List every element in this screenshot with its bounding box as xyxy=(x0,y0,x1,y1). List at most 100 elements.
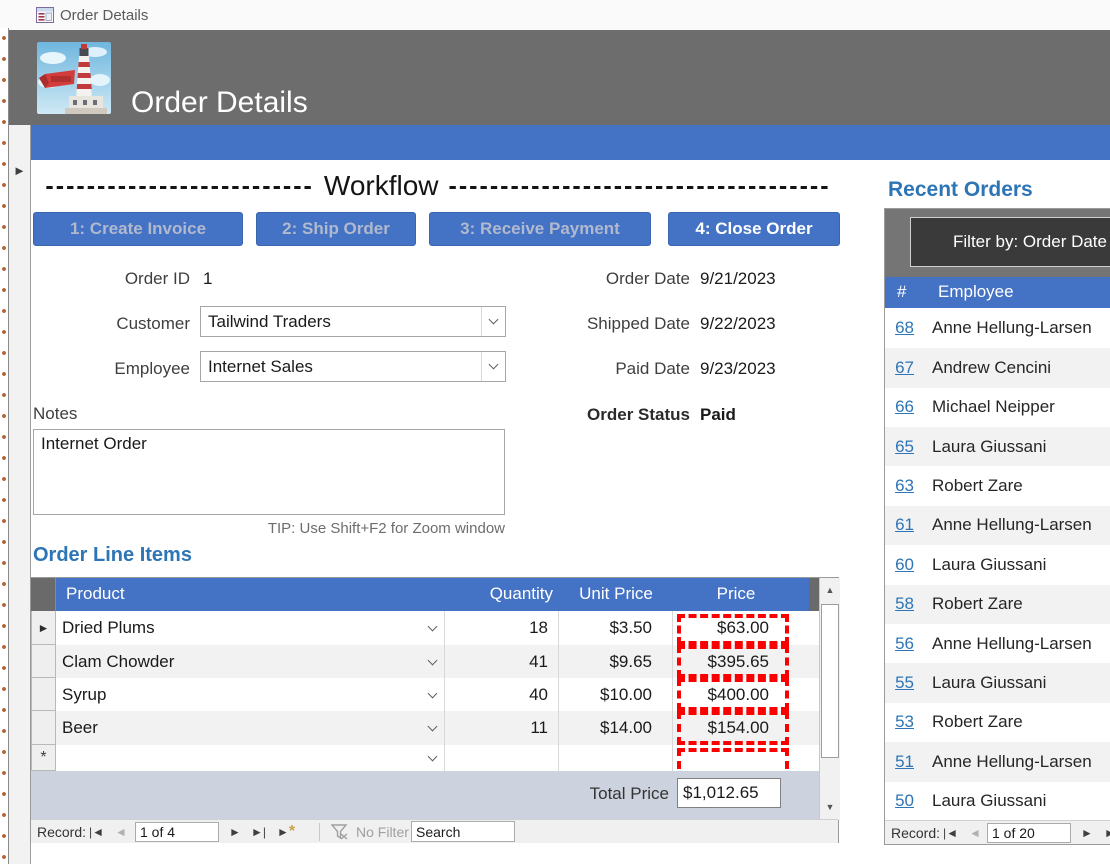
table-row: ► Dried Plums 18 $3.50 $63.00 xyxy=(31,611,819,645)
first-record-button[interactable]: |◄ xyxy=(943,821,958,845)
price-cell[interactable]: $63.00 xyxy=(673,611,819,645)
new-record-selector[interactable]: * xyxy=(31,745,56,771)
chevron-down-icon[interactable] xyxy=(428,752,438,762)
scroll-up-icon: ▲ xyxy=(826,585,835,595)
scroll-down-button[interactable]: ▼ xyxy=(820,795,840,819)
row-selector[interactable] xyxy=(31,678,56,711)
list-item: 66Michael Neipper xyxy=(885,388,1110,427)
order-link[interactable]: 63 xyxy=(885,476,914,496)
chevron-down-icon[interactable] xyxy=(428,688,438,698)
unit-price-cell[interactable]: $3.50 xyxy=(559,611,673,645)
price-cell[interactable]: $154.00 xyxy=(673,711,819,745)
document-tab-bar: Order Details xyxy=(0,0,1110,30)
order-link[interactable]: 51 xyxy=(885,752,914,772)
tab-order-details[interactable]: Order Details xyxy=(60,7,148,24)
unit-price-cell[interactable]: $10.00 xyxy=(559,678,673,711)
product-cell[interactable]: Syrup xyxy=(56,678,445,711)
row-selector[interactable] xyxy=(31,711,56,745)
quantity-cell-empty[interactable] xyxy=(445,745,559,771)
chevron-down-icon[interactable] xyxy=(428,655,438,665)
order-link[interactable]: 55 xyxy=(885,673,914,693)
col-number: # xyxy=(897,282,906,302)
employee-combo[interactable]: Internet Sales xyxy=(200,351,506,382)
panel-top-strip: Filter by: Order Date xyxy=(885,209,1110,277)
order-id-value: 1 xyxy=(203,269,212,289)
recent-orders-panel: Filter by: Order Date # Employee 68Anne … xyxy=(884,208,1110,845)
workflow-dashes-left: -------------------------- xyxy=(45,172,313,201)
quantity-cell[interactable]: 18 xyxy=(445,611,559,645)
form-header: Order Details xyxy=(9,30,1110,125)
form-record-selector[interactable] xyxy=(9,125,31,864)
order-link[interactable]: 58 xyxy=(885,594,914,614)
quantity-cell[interactable]: 11 xyxy=(445,711,559,745)
subform-scrollbar[interactable]: ▲ ▼ xyxy=(819,578,840,820)
order-link[interactable]: 56 xyxy=(885,634,914,654)
customer-label: Customer xyxy=(33,314,190,334)
last-record-button[interactable]: ►| xyxy=(251,820,266,844)
list-item: 67Andrew Cencini xyxy=(885,348,1110,387)
previous-record-button[interactable]: ◄ xyxy=(115,820,127,844)
search-input[interactable] xyxy=(411,821,515,842)
quantity-cell[interactable]: 40 xyxy=(445,678,559,711)
quantity-cell[interactable]: 41 xyxy=(445,645,559,678)
notes-field[interactable]: Internet Order xyxy=(33,429,505,515)
next-record-button[interactable]: ► xyxy=(1081,821,1093,845)
shipped-date-label: Shipped Date xyxy=(480,314,690,334)
price-cell[interactable]: $395.65 xyxy=(673,645,819,678)
order-link[interactable]: 68 xyxy=(885,318,914,338)
col-product: Product xyxy=(66,584,125,604)
list-item: 61Anne Hellung-Larsen xyxy=(885,506,1110,545)
create-invoice-button[interactable]: 1: Create Invoice xyxy=(33,212,243,246)
product-cell[interactable]: Beer xyxy=(56,711,445,745)
paid-date-label: Paid Date xyxy=(480,359,690,379)
order-link[interactable]: 50 xyxy=(885,791,914,811)
total-price-label: Total Price xyxy=(31,784,669,804)
ship-order-button[interactable]: 2: Ship Order xyxy=(256,212,416,246)
subform-header-sliver xyxy=(809,578,819,611)
col-employee: Employee xyxy=(938,282,1014,302)
order-line-items-subform: Product Quantity Unit Price Price ► Drie… xyxy=(30,577,839,843)
new-record-row: * xyxy=(31,745,819,771)
customer-combo[interactable]: Tailwind Traders xyxy=(200,306,506,337)
order-link[interactable]: 60 xyxy=(885,555,914,575)
employee-value[interactable]: Internet Sales xyxy=(201,357,481,377)
product-cell-empty[interactable] xyxy=(56,745,445,771)
order-link[interactable]: 67 xyxy=(885,358,914,378)
order-link[interactable]: 66 xyxy=(885,397,914,417)
close-order-button[interactable]: 4: Close Order xyxy=(668,212,840,246)
new-record-button[interactable]: ►* xyxy=(277,820,295,844)
table-row: Beer 11 $14.00 $154.00 xyxy=(31,711,819,745)
last-record-button[interactable]: ►| xyxy=(1104,821,1110,845)
chevron-down-icon[interactable] xyxy=(428,722,438,732)
scroll-up-button[interactable]: ▲ xyxy=(820,578,840,602)
order-date-label: Order Date xyxy=(480,269,690,289)
tip-text: TIP: Use Shift+F2 for Zoom window xyxy=(200,520,505,537)
row-selector[interactable]: ► xyxy=(31,611,56,645)
unit-price-cell[interactable]: $9.65 xyxy=(559,645,673,678)
order-link[interactable]: 61 xyxy=(885,515,914,535)
record-position[interactable]: 1 of 4 xyxy=(135,822,219,842)
unit-price-cell[interactable]: $14.00 xyxy=(559,711,673,745)
scrollbar-thumb[interactable] xyxy=(821,604,839,758)
filter-by-box[interactable]: Filter by: Order Date xyxy=(910,217,1110,267)
receive-payment-button[interactable]: 3: Receive Payment xyxy=(429,212,651,246)
chevron-down-icon[interactable] xyxy=(428,622,438,632)
order-link[interactable]: 65 xyxy=(885,437,914,457)
new-record-star-icon: * xyxy=(40,749,46,767)
customer-value[interactable]: Tailwind Traders xyxy=(201,312,481,332)
previous-record-button[interactable]: ◄ xyxy=(969,821,981,845)
subform-header-corner xyxy=(31,578,56,611)
price-cell-empty[interactable] xyxy=(673,745,819,771)
first-record-button[interactable]: |◄ xyxy=(89,820,104,844)
product-cell[interactable]: Clam Chowder xyxy=(56,645,445,678)
next-record-button[interactable]: ► xyxy=(229,820,241,844)
unit-price-cell-empty[interactable] xyxy=(559,745,673,771)
no-filter-label[interactable]: No Filter xyxy=(356,820,409,844)
price-cell[interactable]: $400.00 xyxy=(673,678,819,711)
shipped-date-value: 9/22/2023 xyxy=(700,314,776,334)
record-position[interactable]: 1 of 20 xyxy=(987,823,1071,843)
product-cell[interactable]: Dried Plums xyxy=(56,611,445,645)
order-link[interactable]: 53 xyxy=(885,712,914,732)
row-selector[interactable] xyxy=(31,645,56,678)
workflow-heading: -------------------------- Workflow ----… xyxy=(33,166,843,206)
